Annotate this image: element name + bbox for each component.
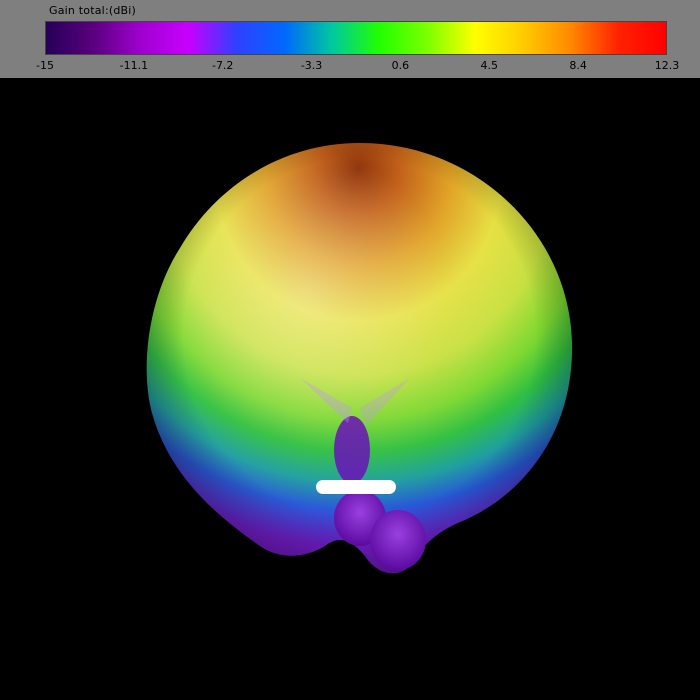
colorbar-tick-label: -11.1 [119, 59, 149, 72]
colorbar-gradient [45, 21, 667, 55]
back-lobe-upper [334, 416, 370, 484]
colorbar-tick-label: -7.2 [211, 59, 234, 72]
colorbar-tick-label: 4.5 [480, 59, 499, 72]
back-lobe-right [370, 510, 426, 570]
colorbar-title: Gain total:(dBi) [49, 4, 137, 17]
colorbar-tick-label: 0.6 [391, 59, 410, 72]
colorbar-tick-label: 12.3 [654, 59, 680, 72]
antenna-element [316, 480, 396, 494]
colorbar-legend: Gain total:(dBi) -15 -11.1 -7.2 -3.3 0.6 4.5 8… [0, 0, 700, 78]
colorbar-tick-label: -15 [36, 59, 54, 72]
radiation-pattern-svg [146, 143, 573, 574]
colorbar-tick-label: -3.3 [300, 59, 323, 72]
colorbar-tick-label: 8.4 [569, 59, 587, 72]
radiation-pattern-viewport[interactable] [0, 78, 700, 700]
